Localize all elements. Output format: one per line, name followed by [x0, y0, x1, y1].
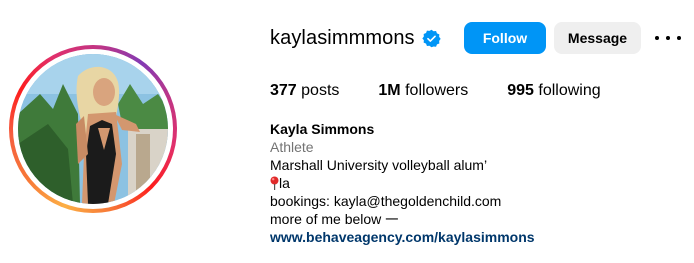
profile-avatar-ring[interactable]: [9, 45, 177, 213]
username: kaylasimmmons: [270, 26, 415, 49]
bio-line-location: la: [270, 174, 535, 192]
bio-line: more of me below 𑁋: [270, 211, 399, 227]
message-button[interactable]: Message: [554, 22, 641, 54]
dot: [655, 36, 659, 40]
avatar-ring-gap: [13, 49, 173, 209]
dot: [677, 36, 681, 40]
follow-button[interactable]: Follow: [464, 22, 546, 54]
avatar-photo: [18, 54, 168, 204]
verified-badge-icon: [422, 29, 441, 48]
display-name: Kayla Simmons: [270, 121, 375, 137]
followers-count: 1M: [378, 82, 401, 99]
bio-line: Marshall University volleyball alum’: [270, 157, 488, 173]
followers-label: followers: [405, 82, 469, 99]
bio-line: bookings: kayla@thegoldenchild.com: [270, 193, 502, 209]
posts-stat[interactable]: 377 posts: [270, 82, 339, 100]
round-pushpin-icon: [270, 176, 279, 190]
dot: [666, 36, 670, 40]
category-label: Athlete: [270, 139, 314, 155]
posts-count: 377: [270, 82, 297, 99]
following-stat[interactable]: 995 following: [507, 82, 600, 100]
avatar[interactable]: [18, 54, 168, 204]
profile-bio: Kayla Simmons Athlete Marshall Universit…: [270, 120, 535, 246]
posts-label: posts: [301, 82, 340, 99]
following-count: 995: [507, 82, 534, 99]
followers-stat[interactable]: 1M followers: [378, 82, 468, 100]
following-label: following: [538, 82, 601, 99]
username-row: kaylasimmmons: [270, 22, 441, 54]
more-options-icon[interactable]: [655, 28, 681, 48]
profile-stats: 377 posts 1M followers 995 following: [270, 82, 640, 100]
bio-location-text: la: [279, 175, 290, 191]
bio-link[interactable]: www.behaveagency.com/kaylasimmons: [270, 228, 535, 246]
